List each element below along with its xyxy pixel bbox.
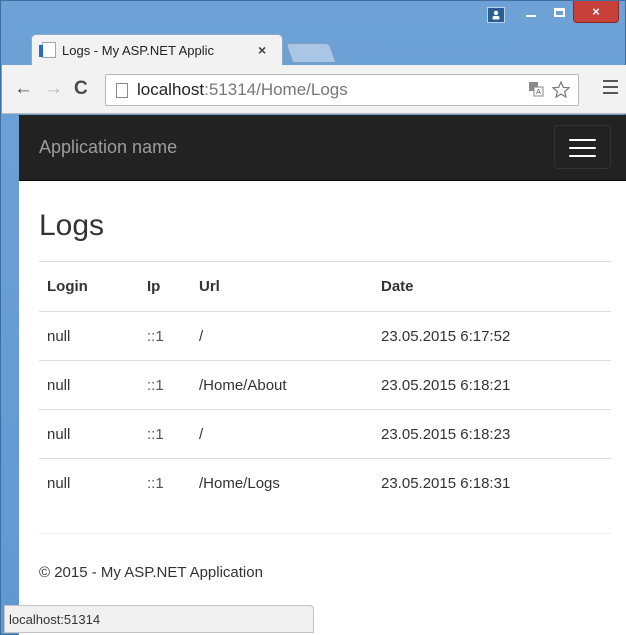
cell-ip: ::1 [139, 311, 191, 361]
table-row: null ::1 /Home/Logs 23.05.2015 6:18:31 [39, 459, 611, 508]
back-icon[interactable]: ← [14, 79, 33, 99]
close-window-button[interactable]: × [573, 1, 619, 23]
new-tab-button[interactable] [285, 43, 337, 63]
cell-url: /Home/About [191, 360, 373, 410]
table-row: null ::1 / 23.05.2015 6:17:52 [39, 311, 611, 361]
footer-text: © 2015 - My ASP.NET Application [39, 563, 263, 581]
status-bubble: localhost:51314 [4, 605, 314, 633]
browser-toolbar: ← → C localhost:51314/Home/Logs A [2, 65, 626, 114]
browser-window: × Logs - My ASP.NET Applic × ← → C local… [0, 0, 626, 635]
menu-icon[interactable] [603, 80, 618, 98]
cell-date: 23.05.2015 6:18:31 [381, 474, 511, 492]
site-navbar: Application name [19, 115, 626, 181]
cell-url: /Home/Logs [199, 474, 280, 492]
favicon-icon [42, 42, 56, 58]
forward-icon[interactable]: → [44, 79, 63, 99]
maximize-button[interactable] [545, 1, 573, 23]
column-header-date: Date [373, 261, 611, 312]
table-row: null ::1 / 23.05.2015 6:18:23 [39, 409, 611, 459]
cell-login: null [47, 474, 71, 492]
page-title: Logs [39, 209, 105, 242]
window-controls: × [483, 1, 619, 25]
maximize-icon [553, 7, 565, 17]
table-header-row: Login Ip Url Date [39, 261, 611, 312]
brand-link[interactable]: Application name [39, 137, 177, 158]
tab-close-icon[interactable]: × [258, 42, 266, 58]
page-icon [116, 82, 128, 98]
close-icon: × [592, 4, 600, 19]
cell-ip: ::1 [139, 360, 191, 410]
cell-login: null [39, 409, 139, 459]
tab-title: Logs - My ASP.NET Applic [62, 42, 214, 58]
reload-icon[interactable]: C [74, 79, 88, 99]
translate-icon[interactable]: A [528, 81, 544, 103]
svg-text:A: A [536, 89, 541, 96]
cell-url: / [191, 409, 373, 459]
url-path: :51314/Home/Logs [204, 80, 348, 99]
logs-table: Login Ip Url Date null ::1 / 23.05.2015 … [39, 261, 611, 508]
page-viewport: Application name Logs Login Ip Url Date [19, 115, 626, 635]
main-content: Logs Login Ip Url Date null ::1 / 23.05.… [19, 209, 626, 581]
cell-date: 23.05.2015 6:18:23 [373, 409, 611, 459]
profile-button[interactable] [483, 4, 509, 26]
cell-login: null [39, 311, 139, 361]
cell-date: 23.05.2015 6:17:52 [373, 311, 611, 361]
omnibox-icons: A [528, 80, 571, 103]
cell-date: 23.05.2015 6:18:21 [373, 360, 611, 410]
column-header-login: Login [39, 261, 139, 312]
cell-ip: ::1 [139, 409, 191, 459]
address-bar[interactable]: localhost:51314/Home/Logs A [105, 74, 579, 106]
column-header-url: Url [191, 261, 373, 312]
column-header-ip: Ip [139, 261, 191, 312]
cell-ip: ::1 [147, 474, 164, 492]
url-host: localhost [137, 80, 205, 99]
minimize-icon [526, 15, 536, 17]
star-icon[interactable] [551, 80, 571, 103]
cell-login: null [39, 360, 139, 410]
table-row: null ::1 /Home/About 23.05.2015 6:18:21 [39, 360, 611, 410]
footer-divider [39, 532, 611, 534]
hamburger-icon[interactable] [554, 125, 611, 169]
minimize-button[interactable] [517, 1, 545, 23]
cell-url: / [191, 311, 373, 361]
profile-icon [487, 7, 505, 23]
tab-logs[interactable]: Logs - My ASP.NET Applic × [31, 34, 283, 65]
